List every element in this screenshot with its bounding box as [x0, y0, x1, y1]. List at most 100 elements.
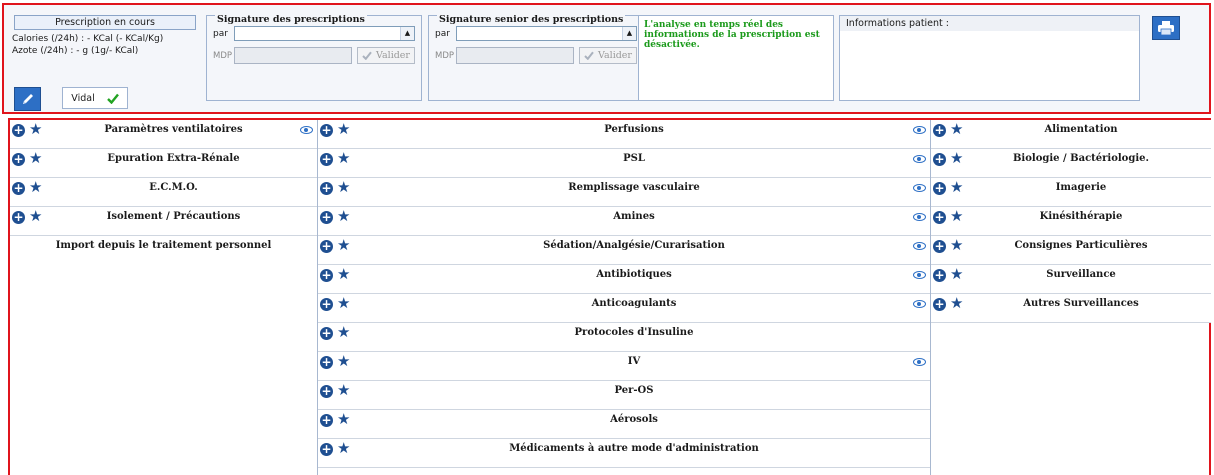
add-circle-icon[interactable]: +	[320, 211, 333, 224]
category-row-parametres-ventilatoires[interactable]: + ★ Paramètres ventilatoires	[10, 120, 317, 149]
signature-senior-valider-button[interactable]: Valider	[579, 47, 637, 64]
star-icon[interactable]: ★	[29, 120, 42, 138]
eye-icon[interactable]	[913, 358, 926, 366]
star-icon[interactable]: ★	[337, 410, 350, 428]
category-row-isolement-precautions[interactable]: + ★ Isolement / Précautions	[10, 207, 317, 236]
signature-valider-button[interactable]: Valider	[357, 47, 415, 64]
category-row-epuration-extra-renale[interactable]: + ★ Epuration Extra-Rénale	[10, 149, 317, 178]
edit-prescription-button[interactable]	[14, 87, 41, 111]
category-row-kinesitherapie[interactable]: + ★ Kinésithérapie	[931, 207, 1211, 236]
category-row-psl[interactable]: + ★ PSL	[318, 149, 930, 178]
add-circle-icon[interactable]: +	[933, 269, 946, 282]
add-circle-icon[interactable]: +	[320, 385, 333, 398]
category-title: Isolement / Précautions	[106, 211, 241, 222]
category-row-e-c-m-o[interactable]: + ★ E.C.M.O.	[10, 178, 317, 207]
add-circle-icon[interactable]: +	[12, 124, 25, 137]
patient-info-box: Informations patient :	[839, 15, 1140, 101]
star-icon[interactable]: ★	[950, 178, 963, 196]
star-icon[interactable]: ★	[337, 439, 350, 457]
add-circle-icon[interactable]: +	[12, 153, 25, 166]
add-circle-icon[interactable]: +	[320, 153, 333, 166]
add-circle-icon[interactable]: +	[320, 356, 333, 369]
star-icon[interactable]: ★	[29, 178, 42, 196]
signature-senior-par-select[interactable]: ▲	[456, 26, 637, 41]
add-circle-icon[interactable]: +	[933, 240, 946, 253]
star-icon[interactable]: ★	[337, 265, 350, 283]
star-icon[interactable]: ★	[337, 381, 350, 399]
add-circle-icon[interactable]: +	[320, 298, 333, 311]
add-circle-icon[interactable]: +	[12, 182, 25, 195]
category-row-medicaments-a-autre-mode-d-administration[interactable]: + ★ Médicaments à autre mode d'administrat…	[318, 439, 930, 468]
star-icon[interactable]: ★	[29, 207, 42, 225]
pencil-icon	[22, 94, 33, 104]
star-icon[interactable]: ★	[337, 149, 350, 167]
category-row-amines[interactable]: + ★ Amines	[318, 207, 930, 236]
category-row-consignes-particulieres[interactable]: + ★ Consignes Particulières	[931, 236, 1211, 265]
signature-senior-mdp-field[interactable]	[456, 47, 574, 64]
star-icon[interactable]: ★	[950, 207, 963, 225]
eye-icon[interactable]	[300, 126, 313, 134]
category-row-surveillance[interactable]: + ★ Surveillance	[931, 265, 1211, 294]
star-icon[interactable]: ★	[950, 294, 963, 312]
add-circle-icon[interactable]: +	[320, 443, 333, 456]
category-row-aerosols[interactable]: + ★ Aérosols	[318, 410, 930, 439]
category-title: Anticoagulants	[591, 298, 677, 309]
category-row-anticoagulants[interactable]: + ★ Anticoagulants	[318, 294, 930, 323]
signature-senior-par-label: par	[435, 29, 450, 39]
eye-icon[interactable]	[913, 213, 926, 221]
eye-icon[interactable]	[913, 184, 926, 192]
star-icon[interactable]: ★	[950, 265, 963, 283]
add-circle-icon[interactable]: +	[933, 153, 946, 166]
star-icon[interactable]: ★	[337, 294, 350, 312]
category-row-protocoles-d-insuline[interactable]: + ★ Protocoles d'Insuline	[318, 323, 930, 352]
add-circle-icon[interactable]: +	[320, 414, 333, 427]
eye-icon[interactable]	[913, 300, 926, 308]
star-icon[interactable]: ★	[950, 149, 963, 167]
category-title: Per-OS	[614, 385, 654, 396]
add-circle-icon[interactable]: +	[12, 211, 25, 224]
category-row-imagerie[interactable]: + ★ Imagerie	[931, 178, 1211, 207]
category-row-autres-surveillances[interactable]: + ★ Autres Surveillances	[931, 294, 1211, 323]
category-row-perfusions[interactable]: + ★ Perfusions	[318, 120, 930, 149]
add-circle-icon[interactable]: +	[933, 298, 946, 311]
vidal-button[interactable]: Vidal	[62, 87, 128, 109]
star-icon[interactable]: ★	[950, 120, 963, 138]
add-circle-icon[interactable]: +	[320, 182, 333, 195]
star-icon[interactable]: ★	[337, 352, 350, 370]
category-row-antibiotiques[interactable]: + ★ Antibiotiques	[318, 265, 930, 294]
category-row-biologie-bacteriologie[interactable]: + ★ Biologie / Bactériologie.	[931, 149, 1211, 178]
checkmark-icon	[584, 51, 594, 60]
eye-icon[interactable]	[913, 242, 926, 250]
add-circle-icon[interactable]: +	[933, 211, 946, 224]
category-row-alimentation[interactable]: + ★ Alimentation	[931, 120, 1211, 149]
eye-icon[interactable]	[913, 271, 926, 279]
category-title: Imagerie	[1055, 182, 1107, 193]
add-circle-icon[interactable]: +	[320, 327, 333, 340]
star-icon[interactable]: ★	[337, 207, 350, 225]
signature-title: Signature des prescriptions	[215, 14, 367, 25]
category-title: Autres Surveillances	[1023, 298, 1139, 309]
add-circle-icon[interactable]: +	[320, 124, 333, 137]
add-circle-icon[interactable]: +	[933, 124, 946, 137]
import-personal-treatment-button[interactable]: Import depuis le traitement personnel	[10, 236, 317, 265]
category-row-sedation-analgesie-curarisation[interactable]: + ★ Sédation/Analgésie/Curarisation	[318, 236, 930, 265]
add-circle-icon[interactable]: +	[933, 182, 946, 195]
category-row-remplissage-vasculaire[interactable]: + ★ Remplissage vasculaire	[318, 178, 930, 207]
print-button[interactable]	[1152, 16, 1180, 40]
eye-icon[interactable]	[913, 126, 926, 134]
signature-par-select[interactable]: ▲	[234, 26, 415, 41]
add-circle-icon[interactable]: +	[320, 240, 333, 253]
category-row-iv[interactable]: + ★ IV	[318, 352, 930, 381]
star-icon[interactable]: ★	[950, 236, 963, 254]
signature-senior-group: Signature senior des prescriptions par ▲…	[428, 14, 644, 101]
star-icon[interactable]: ★	[337, 236, 350, 254]
prescription-header-panel: Prescription en cours Calories (/24h) : …	[2, 3, 1211, 114]
category-row-per-os[interactable]: + ★ Per-OS	[318, 381, 930, 410]
star-icon[interactable]: ★	[337, 323, 350, 341]
star-icon[interactable]: ★	[337, 178, 350, 196]
star-icon[interactable]: ★	[337, 120, 350, 138]
star-icon[interactable]: ★	[29, 149, 42, 167]
eye-icon[interactable]	[913, 155, 926, 163]
add-circle-icon[interactable]: +	[320, 269, 333, 282]
signature-mdp-field[interactable]	[234, 47, 352, 64]
